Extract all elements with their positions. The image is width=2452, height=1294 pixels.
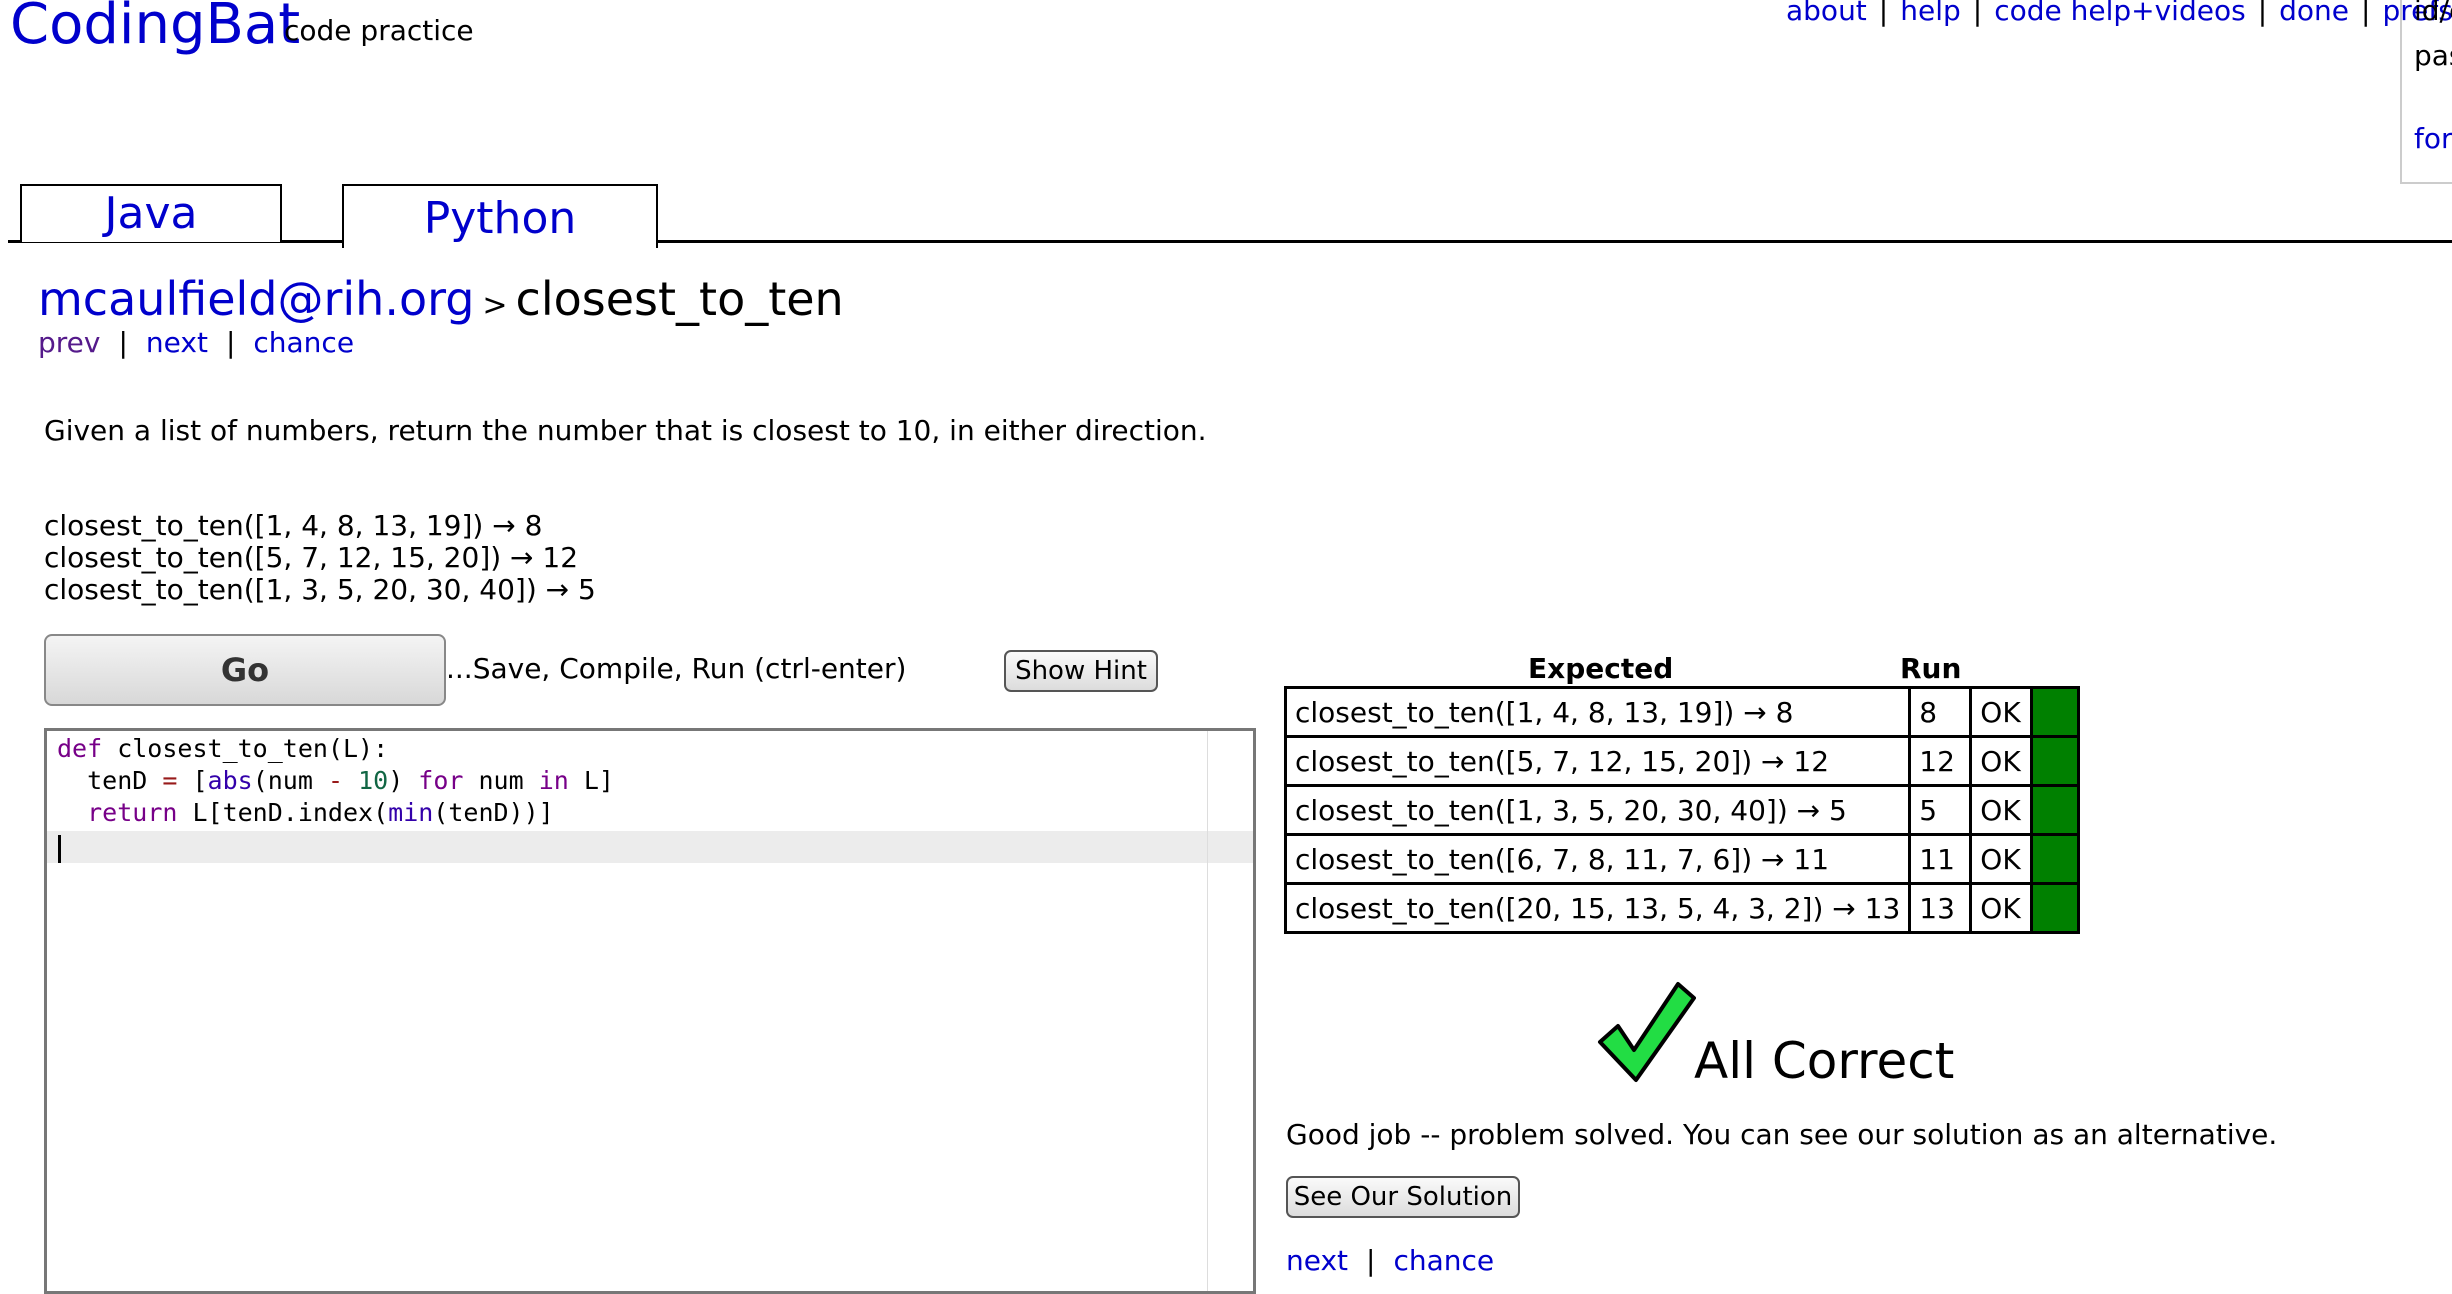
results-table: closest_to_ten([1, 4, 8, 13, 19]) → 8 8 …	[1283, 686, 2081, 934]
current-line-highlight	[47, 831, 1253, 863]
all-correct-title: All Correct	[1694, 1032, 1955, 1090]
status-cell: OK	[1969, 833, 2034, 885]
see-solution-button[interactable]: See Our Solution	[1286, 1176, 1520, 1218]
status-cell: OK	[1969, 882, 2034, 934]
help-link[interactable]: help	[1900, 0, 1961, 27]
go-caption: ...Save, Compile, Run (ctrl-enter)	[446, 652, 907, 685]
done-link[interactable]: done	[2279, 0, 2349, 27]
run-cell: 11	[1908, 833, 1973, 885]
pass-indicator	[2030, 833, 2081, 885]
top-links: about | help | code help+videos | done | prefs	[1786, 0, 2452, 27]
expected-cell: closest_to_ten([1, 4, 8, 13, 19]) → 8	[1283, 686, 1912, 738]
run-cell: 13	[1908, 882, 1973, 934]
tab-python[interactable]: Python	[342, 184, 658, 248]
run-header: Run	[1900, 652, 1962, 685]
problem-nav-bottom: next | chance	[1286, 1244, 1495, 1277]
show-hint-button[interactable]: Show Hint	[1004, 650, 1158, 692]
problem-description: Given a list of numbers, return the numb…	[44, 414, 1207, 447]
run-cell: 8	[1908, 686, 1973, 738]
checkmark-icon	[1598, 982, 1696, 1082]
pass-indicator	[2030, 784, 2081, 836]
code-help-videos-link[interactable]: code help+videos	[1994, 0, 2245, 27]
status-cell: OK	[1969, 735, 2034, 787]
status-cell: OK	[1969, 686, 2034, 738]
example-line: closest_to_ten([5, 7, 12, 15, 20]) → 12	[44, 541, 579, 574]
status-cell: OK	[1969, 784, 2034, 836]
logo-subtitle: code practice	[284, 14, 474, 47]
pass-indicator	[2030, 735, 2081, 787]
id-label: id/e	[2414, 0, 2452, 27]
code-line: tenD = [abs(num - 10) for num in L]	[57, 766, 614, 795]
breadcrumb: mcaulfield@rih.org > closest_to_ten	[38, 272, 844, 326]
password-label: pas	[2414, 39, 2452, 72]
forgot-link[interactable]: forg	[2414, 122, 2452, 155]
table-row: closest_to_ten([1, 4, 8, 13, 19]) → 8 8 …	[1283, 686, 2081, 738]
problem-nav-top: prev | next | chance	[38, 326, 355, 359]
expected-cell: closest_to_ten([20, 15, 13, 5, 4, 3, 2])…	[1283, 882, 1912, 934]
go-button[interactable]: Go	[44, 634, 446, 706]
login-box: id/e pas forg	[2400, 0, 2452, 184]
code-line: return L[tenD.index(min(tenD))]	[87, 798, 554, 827]
code-line: def closest_to_ten(L):	[57, 734, 389, 763]
tab-java[interactable]: Java	[20, 184, 282, 242]
breadcrumb-separator: >	[482, 288, 508, 323]
example-line: closest_to_ten([1, 3, 5, 20, 30, 40]) → …	[44, 573, 596, 606]
success-message: Good job -- problem solved. You can see …	[1286, 1118, 2278, 1151]
expected-cell: closest_to_ten([5, 7, 12, 15, 20]) → 12	[1283, 735, 1912, 787]
pass-indicator	[2030, 686, 2081, 738]
text-cursor	[58, 835, 61, 863]
chance-link[interactable]: chance	[1393, 1244, 1494, 1277]
table-row: closest_to_ten([20, 15, 13, 5, 4, 3, 2])…	[1283, 882, 2081, 934]
expected-cell: closest_to_ten([6, 7, 8, 11, 7, 6]) → 11	[1283, 833, 1912, 885]
next-link[interactable]: next	[146, 326, 208, 359]
table-row: closest_to_ten([6, 7, 8, 11, 7, 6]) → 11…	[1283, 833, 2081, 885]
chance-link[interactable]: chance	[253, 326, 354, 359]
pass-indicator	[2030, 882, 2081, 934]
next-link[interactable]: next	[1286, 1244, 1348, 1277]
breadcrumb-user-link[interactable]: mcaulfield@rih.org	[38, 272, 474, 326]
codingbat-logo[interactable]: CodingBat	[10, 0, 300, 57]
problem-title: closest_to_ten	[515, 272, 844, 326]
example-line: closest_to_ten([1, 4, 8, 13, 19]) → 8	[44, 509, 543, 542]
about-link[interactable]: about	[1786, 0, 1867, 27]
expected-cell: closest_to_ten([1, 3, 5, 20, 30, 40]) → …	[1283, 784, 1912, 836]
prev-link[interactable]: prev	[38, 326, 100, 359]
table-row: closest_to_ten([1, 3, 5, 20, 30, 40]) → …	[1283, 784, 2081, 836]
code-editor[interactable]: def closest_to_ten(L): tenD = [abs(num -…	[44, 728, 1256, 1294]
run-cell: 12	[1908, 735, 1973, 787]
run-cell: 5	[1908, 784, 1973, 836]
editor-margin-line	[1207, 731, 1208, 1291]
table-row: closest_to_ten([5, 7, 12, 15, 20]) → 12 …	[1283, 735, 2081, 787]
examples: closest_to_ten([1, 4, 8, 13, 19]) → 8 cl…	[44, 510, 596, 606]
expected-header: Expected	[1528, 652, 1674, 685]
